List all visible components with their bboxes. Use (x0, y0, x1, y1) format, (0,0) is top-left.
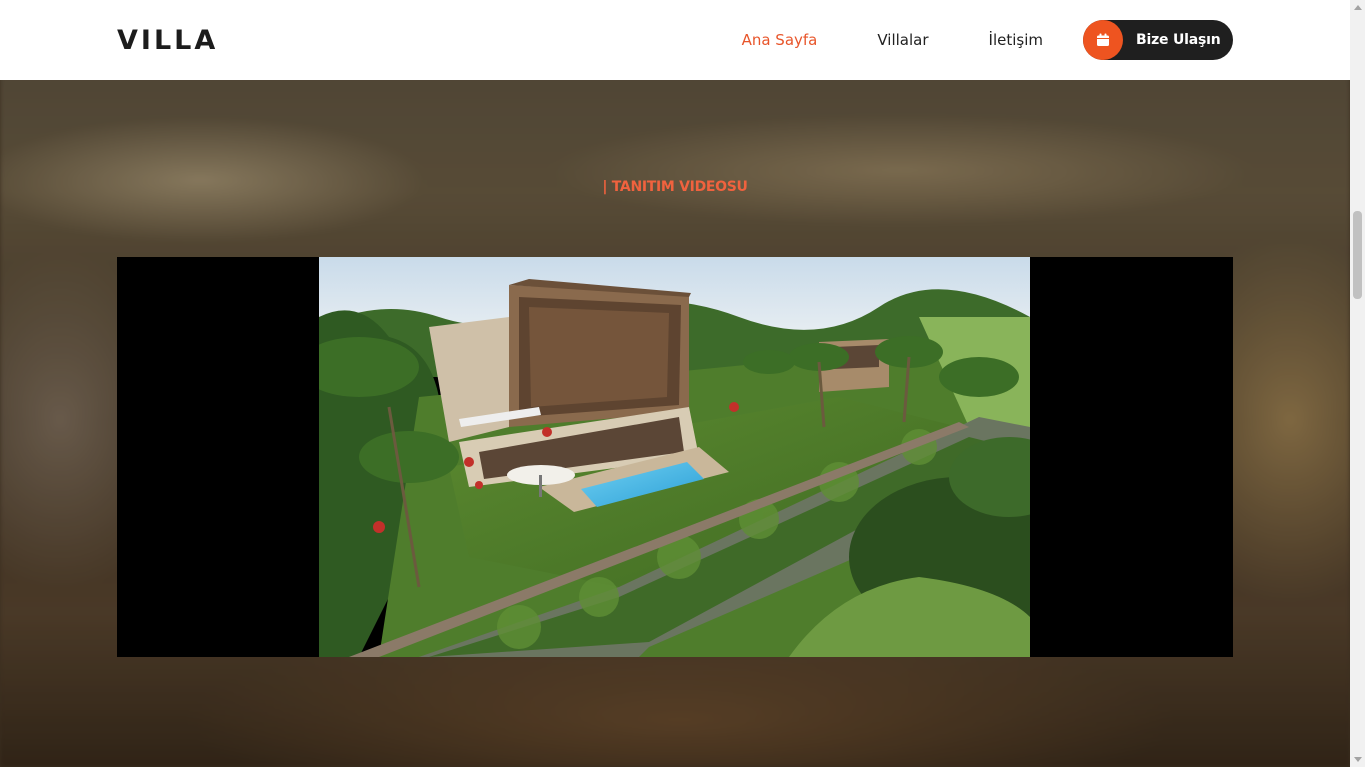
contact-us-button[interactable]: Bize Ulaşın (1083, 20, 1233, 60)
section-title: | TANITIM VIDEOSU (602, 179, 748, 195)
site-header: VILLA Ana Sayfa Villalar İletişim Bize U… (0, 0, 1350, 80)
nav-link-contact[interactable]: İletişim (989, 31, 1043, 49)
contact-us-label: Bize Ulaşın (1136, 32, 1221, 48)
villa-render-image (319, 257, 1030, 657)
scrollbar-thumb[interactable] (1353, 211, 1362, 299)
nav-link-home[interactable]: Ana Sayfa (742, 31, 818, 49)
video-player[interactable] (117, 257, 1233, 657)
main-nav: Ana Sayfa Villalar İletişim Bize Ulaşın (742, 20, 1233, 60)
page-scrollbar[interactable] (1350, 0, 1365, 767)
scroll-up-arrow-icon[interactable] (1350, 0, 1365, 15)
calendar-icon (1083, 20, 1123, 60)
video-frame[interactable] (319, 257, 1030, 657)
scroll-down-arrow-icon[interactable] (1350, 752, 1365, 767)
nav-link-villas[interactable]: Villalar (877, 31, 928, 49)
site-logo[interactable]: VILLA (117, 25, 218, 56)
